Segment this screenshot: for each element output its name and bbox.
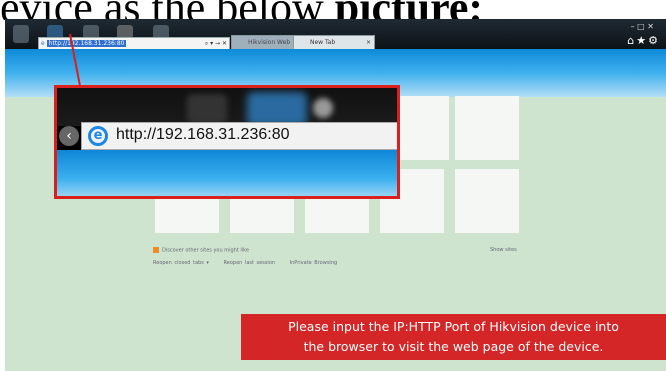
instruction-caption: evice as the below picture: xyxy=(0,0,666,20)
discover-icon xyxy=(153,247,159,253)
window-controls[interactable]: – □ ✕ xyxy=(631,22,654,31)
zoom-blur-shape xyxy=(247,92,307,126)
zoomed-address-callout: ‹ e http://192.168.31.236:80 xyxy=(54,85,400,199)
note-line-1: Please input the IP:HTTP Port of Hikvisi… xyxy=(288,319,619,334)
home-favorites-settings-icons[interactable]: ⌂★⚙ xyxy=(627,34,660,47)
close-tab-icon[interactable]: × xyxy=(366,36,371,50)
zoomed-address-bar[interactable]: e http://192.168.31.236:80 xyxy=(81,122,397,150)
reopen-closed-tabs-link[interactable]: Reopen closed tabs ▾ xyxy=(153,260,209,266)
caption-bold-text: picture: xyxy=(335,0,483,20)
note-line-2: the browser to visit the web page of the… xyxy=(303,339,604,354)
back-arrow-icon[interactable]: ‹ xyxy=(59,126,79,146)
reopen-last-session-link[interactable]: Reopen last session xyxy=(224,260,276,266)
browser-title-bar: e http://192.168.31.236:80 ⌕ ▾ → ✕ Hikvis… xyxy=(5,19,666,60)
ie-logo-icon: e xyxy=(88,126,108,146)
instruction-note: Please input the IP:HTTP Port of Hikvisi… xyxy=(241,314,666,360)
show-sites-link[interactable]: Show sites xyxy=(490,247,517,253)
inprivate-browsing-link[interactable]: InPrivate Browsing xyxy=(290,260,338,266)
address-controls[interactable]: ⌕ ▾ → ✕ xyxy=(205,38,227,49)
site-tile[interactable] xyxy=(455,96,519,160)
tab-new-tab[interactable]: New Tab × xyxy=(293,35,375,50)
caption-text: evice as the below xyxy=(0,0,335,20)
tab-label: New Tab xyxy=(310,39,336,46)
zoom-blur-shape xyxy=(187,94,227,124)
discover-sites-link[interactable]: Discover other sites you might like xyxy=(153,247,249,254)
zoom-blue-band xyxy=(57,150,397,196)
session-links: Reopen closed tabs ▾ Reopen last session… xyxy=(153,260,349,266)
site-tile[interactable] xyxy=(455,169,519,233)
zoom-blur-shape xyxy=(313,98,333,118)
zoomed-url[interactable]: http://192.168.31.236:80 xyxy=(116,126,289,144)
address-url[interactable]: http://192.168.31.236:80 xyxy=(46,40,127,47)
ie-icon: e xyxy=(41,40,45,47)
zoom-dark-area xyxy=(57,88,397,126)
discover-text: Discover other sites you might like xyxy=(162,247,249,254)
